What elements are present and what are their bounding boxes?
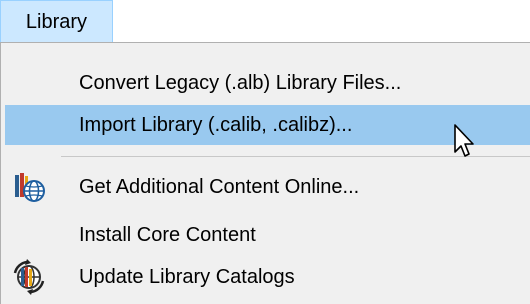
menu-library-label: Library <box>25 10 88 33</box>
menu-item-label: Import Library (.calib, .calibz)... <box>79 113 353 136</box>
menu-library[interactable]: Library <box>0 0 113 43</box>
menu-item-install-core-content[interactable]: Install Core Content <box>5 215 530 255</box>
menu-icon-gutter <box>1 43 57 304</box>
menu-item-label: Install Core Content <box>79 223 256 246</box>
menu-item-get-additional-content[interactable]: Get Additional Content Online... <box>5 167 530 207</box>
arrow-cursor-icon <box>453 124 477 160</box>
menu-item-import-library[interactable]: Import Library (.calib, .calibz)... <box>5 105 530 145</box>
menu-item-label: Update Library Catalogs <box>79 265 295 288</box>
library-dropdown-menu: Convert Legacy (.alb) Library Files... I… <box>0 42 530 304</box>
menu-item-update-library-catalogs[interactable]: Update Library Catalogs <box>5 257 530 297</box>
menu-item-convert-legacy[interactable]: Convert Legacy (.alb) Library Files... <box>5 63 530 103</box>
menu-item-label: Get Additional Content Online... <box>79 175 360 198</box>
menu-item-label: Convert Legacy (.alb) Library Files... <box>79 71 402 94</box>
